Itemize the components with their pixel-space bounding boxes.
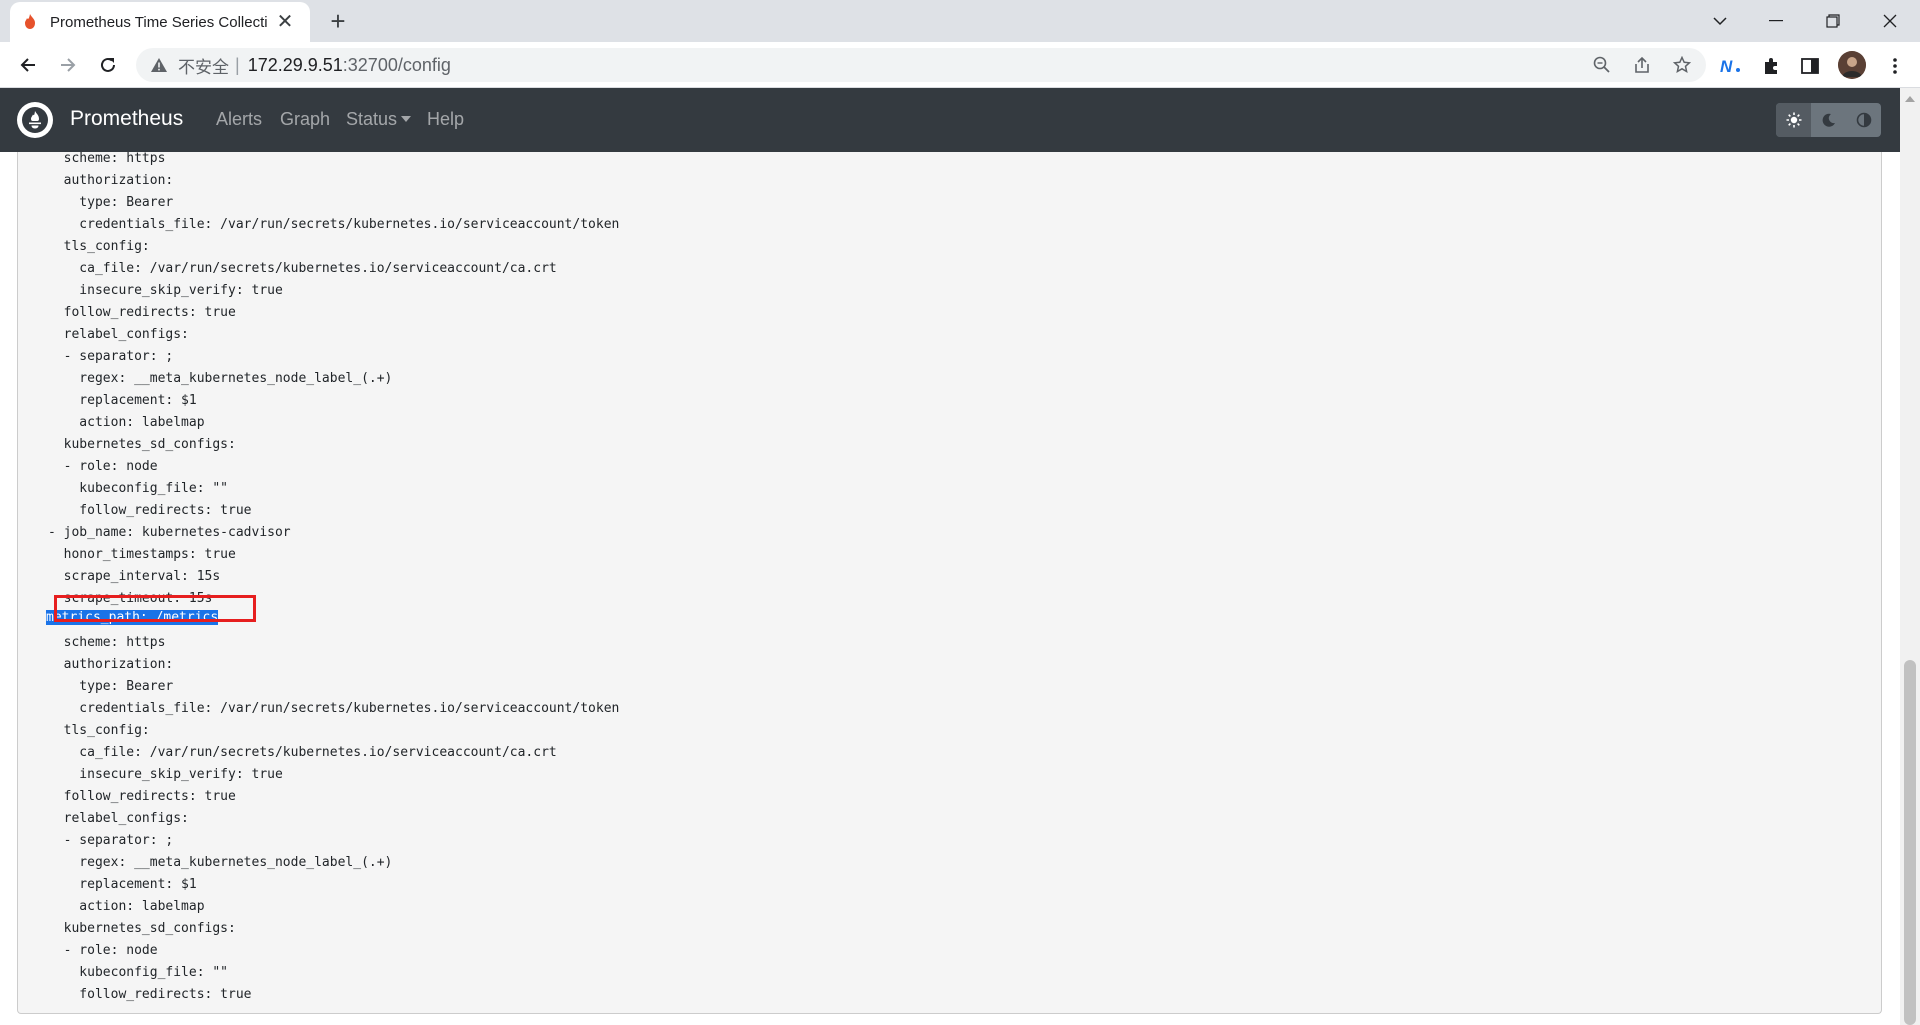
config-line: ca_file: /var/run/secrets/kubernetes.io/… xyxy=(48,261,557,276)
config-line: type: Bearer xyxy=(48,679,174,694)
config-line: - role: node xyxy=(48,459,158,474)
config-line: kubeconfig_file: "" xyxy=(48,965,229,980)
share-icon[interactable] xyxy=(1632,55,1652,75)
config-line: scheme: https xyxy=(48,152,166,166)
config-line: replacement: $1 xyxy=(48,393,197,408)
omnibox-separator: | xyxy=(235,54,240,75)
config-line: action: labelmap xyxy=(48,899,205,914)
prometheus-navbar: Prometheus Alerts Graph Status Help xyxy=(0,88,1900,152)
warning-icon[interactable] xyxy=(150,56,168,74)
config-line: action: labelmap xyxy=(48,415,205,430)
nav-graph[interactable]: Graph xyxy=(280,109,330,130)
profile-avatar[interactable] xyxy=(1838,51,1866,79)
reload-icon[interactable] xyxy=(92,49,124,81)
config-line: regex: __meta_kubernetes_node_label_(.+) xyxy=(48,855,393,870)
config-line: tls_config: xyxy=(48,723,150,738)
config-line: relabel_configs: xyxy=(48,811,189,826)
chevron-down-icon xyxy=(401,116,412,122)
config-line: authorization: xyxy=(48,173,174,188)
config-line: insecure_skip_verify: true xyxy=(48,767,283,782)
prometheus-logo-icon[interactable] xyxy=(17,102,53,138)
config-line: tls_config: xyxy=(48,239,150,254)
extensions-puzzle-icon[interactable] xyxy=(1760,55,1782,77)
tab-search-icon[interactable] xyxy=(1692,0,1748,42)
browser-tab-strip: Prometheus Time Series Collection and Pr… xyxy=(0,0,1920,42)
theme-toggle-group xyxy=(1776,103,1881,137)
config-line: kubernetes_sd_configs: xyxy=(48,437,236,452)
tab-close-icon[interactable]: ✕ xyxy=(274,11,296,33)
minimize-icon[interactable] xyxy=(1748,0,1804,42)
nav-status-label: Status xyxy=(346,109,398,129)
new-tab-button[interactable]: + xyxy=(324,8,352,36)
scroll-up-arrow-icon[interactable] xyxy=(1905,96,1915,102)
back-icon[interactable] xyxy=(12,49,44,81)
nav-alerts[interactable]: Alerts xyxy=(216,109,262,130)
moon-icon[interactable] xyxy=(1811,103,1846,137)
config-line: follow_redirects: true xyxy=(48,305,236,320)
config-line: relabel_configs: xyxy=(48,327,189,342)
config-line: insecure_skip_verify: true xyxy=(48,283,283,298)
svg-text:N: N xyxy=(1720,57,1733,75)
nav-help[interactable]: Help xyxy=(427,109,464,130)
config-page: scheme: https authorization: type: Beare… xyxy=(0,152,1900,1025)
config-yaml-block: scheme: https authorization: type: Beare… xyxy=(17,152,1882,1014)
config-line: - role: node xyxy=(48,943,158,958)
config-line: - job_name: kubernetes-cadvisor xyxy=(48,525,291,540)
config-line: credentials_file: /var/run/secrets/kuber… xyxy=(48,701,620,716)
more-menu-icon[interactable] xyxy=(1884,55,1906,77)
prometheus-favicon-icon xyxy=(22,13,38,31)
config-line: honor_timestamps: true xyxy=(48,547,236,562)
sun-icon[interactable] xyxy=(1776,103,1811,137)
config-line: follow_redirects: true xyxy=(48,503,252,518)
config-line: follow_redirects: true xyxy=(48,789,236,804)
browser-tab[interactable]: Prometheus Time Series Collection and Pr… xyxy=(10,2,310,42)
config-line: credentials_file: /var/run/secrets/kuber… xyxy=(48,217,620,232)
config-line: scrape_interval: 15s xyxy=(48,569,221,584)
zoom-icon[interactable] xyxy=(1592,55,1612,75)
config-line: regex: __meta_kubernetes_node_label_(.+) xyxy=(48,371,393,386)
config-line: scheme: https xyxy=(48,635,166,650)
browser-toolbar: 不安全 | 172.29.9.51 :32700/config N xyxy=(0,42,1920,88)
restore-icon[interactable] xyxy=(1805,0,1861,42)
bookmark-star-icon[interactable] xyxy=(1672,55,1692,75)
forward-icon[interactable] xyxy=(52,49,84,81)
contrast-icon[interactable] xyxy=(1846,103,1881,137)
tab-title: Prometheus Time Series Collection and Pr… xyxy=(50,13,268,31)
config-line: kubeconfig_file: "" xyxy=(48,481,229,496)
nav-status[interactable]: Status xyxy=(346,109,412,130)
brand-title[interactable]: Prometheus xyxy=(70,107,183,131)
address-bar[interactable]: 不安全 | 172.29.9.51 :32700/config xyxy=(136,48,1706,82)
url-host: 172.29.9.51 xyxy=(247,54,343,75)
insecure-label[interactable]: 不安全 xyxy=(178,53,229,78)
scrollbar-thumb[interactable] xyxy=(1904,660,1916,1025)
config-line: follow_redirects: true xyxy=(48,987,252,1002)
config-line: kubernetes_sd_configs: xyxy=(48,921,236,936)
config-line: - separator: ; xyxy=(48,349,174,364)
extension-n-icon[interactable]: N xyxy=(1720,55,1742,77)
annotation-highlight-box xyxy=(54,595,256,622)
url-path: :32700/config xyxy=(342,54,451,75)
config-line: type: Bearer xyxy=(48,195,174,210)
config-line: replacement: $1 xyxy=(48,877,197,892)
config-line: - separator: ; xyxy=(48,833,174,848)
close-window-icon[interactable] xyxy=(1862,0,1918,42)
config-line: ca_file: /var/run/secrets/kubernetes.io/… xyxy=(48,745,557,760)
side-panel-icon[interactable] xyxy=(1799,55,1821,77)
config-line: authorization: xyxy=(48,657,174,672)
